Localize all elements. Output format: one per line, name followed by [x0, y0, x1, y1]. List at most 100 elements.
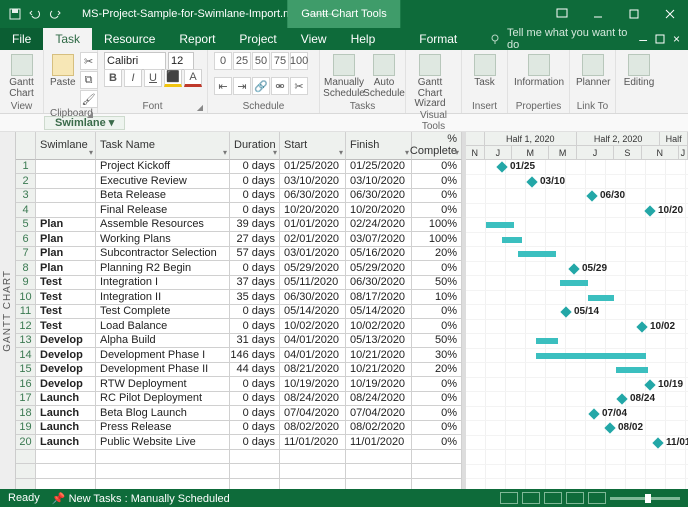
cell-finish[interactable]: 10/20/2020 — [346, 203, 412, 218]
table-row[interactable]: 13DevelopAlpha Build31 days04/01/202005/… — [16, 334, 462, 349]
ribbon-options-icon[interactable] — [544, 0, 580, 28]
copy-button[interactable]: ⧉ — [80, 71, 98, 89]
tab-project[interactable]: Project — [227, 28, 288, 50]
gantt-row[interactable]: 01/25 — [466, 160, 688, 175]
cell-start[interactable]: 08/24/2020 — [280, 392, 346, 407]
row-number[interactable]: 3 — [16, 189, 36, 204]
table-row[interactable]: 2Executive Review0 days03/10/202003/10/2… — [16, 174, 462, 189]
table-row[interactable]: 17LaunchRC Pilot Deployment0 days08/24/2… — [16, 392, 462, 407]
gantt-row[interactable] — [466, 218, 688, 233]
milestone-diamond[interactable] — [616, 393, 627, 404]
close-icon[interactable] — [652, 0, 688, 28]
underline-button[interactable]: U — [144, 69, 162, 87]
row-number[interactable]: 5 — [16, 218, 36, 233]
cell-taskname[interactable]: Project Kickoff — [96, 160, 230, 175]
font-color-button[interactable]: A — [184, 69, 202, 87]
table-row[interactable]: 18LaunchBeta Blog Launch0 days07/04/2020… — [16, 406, 462, 421]
cell-finish[interactable]: 10/19/2020 — [346, 377, 412, 392]
gantt-row[interactable]: 10/20 — [466, 204, 688, 219]
bold-button[interactable]: B — [104, 69, 122, 87]
cell-start[interactable]: 10/20/2020 — [280, 203, 346, 218]
tab-view[interactable]: View — [289, 28, 339, 50]
cell-pct[interactable]: 20% — [412, 363, 462, 378]
view-network-icon[interactable] — [544, 492, 562, 504]
gantt-row[interactable]: 05/14 — [466, 305, 688, 320]
row-number[interactable]: 1 — [16, 160, 36, 175]
cell-finish[interactable]: 05/16/2020 — [346, 247, 412, 262]
gantt-row[interactable] — [466, 233, 688, 248]
cell-start[interactable]: 08/21/2020 — [280, 363, 346, 378]
link-button[interactable]: 🔗 — [252, 77, 270, 95]
gantt-row[interactable]: 08/24 — [466, 392, 688, 407]
cell-taskname[interactable]: Integration I — [96, 276, 230, 291]
cell-finish[interactable]: 10/21/2020 — [346, 363, 412, 378]
milestone-diamond[interactable] — [496, 161, 507, 172]
tell-me-search[interactable]: Tell me what you want to do — [489, 28, 639, 50]
view-resource-icon[interactable] — [588, 492, 606, 504]
row-number[interactable]: 16 — [16, 377, 36, 392]
gantt-row[interactable]: 06/30 — [466, 189, 688, 204]
cell-taskname[interactable]: Load Balance — [96, 319, 230, 334]
account-name[interactable]: ——— — [308, 8, 341, 20]
information-button[interactable]: Information — [514, 52, 564, 89]
gantt-bar[interactable] — [536, 338, 558, 344]
cell-taskname[interactable]: Test Complete — [96, 305, 230, 320]
font-size-select[interactable]: 12 — [168, 52, 194, 70]
pct50-button[interactable]: 50 — [252, 52, 270, 70]
row-number[interactable]: 9 — [16, 276, 36, 291]
col-start[interactable]: Start▾ — [280, 132, 346, 160]
cell-finish[interactable]: 05/29/2020 — [346, 261, 412, 276]
cell-duration[interactable]: 35 days — [230, 290, 280, 305]
cell-start[interactable]: 06/30/2020 — [280, 290, 346, 305]
cell-taskname[interactable]: Alpha Build — [96, 334, 230, 349]
cell-finish[interactable]: 02/24/2020 — [346, 218, 412, 233]
cell-swimlane[interactable]: Develop — [36, 363, 96, 378]
cell-taskname[interactable]: Public Website Live — [96, 435, 230, 450]
cell-swimlane[interactable]: Launch — [36, 421, 96, 436]
table-row[interactable]: 6PlanWorking Plans27 days02/01/202003/07… — [16, 232, 462, 247]
table-row[interactable]: 20LaunchPublic Website Live0 days11/01/2… — [16, 435, 462, 450]
cell-swimlane[interactable]: Plan — [36, 218, 96, 233]
undo-icon[interactable] — [28, 7, 42, 21]
cell-pct[interactable]: 10% — [412, 290, 462, 305]
cell-start[interactable]: 07/04/2020 — [280, 406, 346, 421]
col-taskname[interactable]: Task Name▾ — [96, 132, 230, 160]
indent-button[interactable]: ⇥ — [233, 77, 251, 95]
gantt-rows[interactable]: 01/2503/1006/3010/2005/2905/1410/0210/19… — [466, 160, 688, 489]
cell-start[interactable]: 10/19/2020 — [280, 377, 346, 392]
cell-pct[interactable]: 0% — [412, 305, 462, 320]
cell-duration[interactable]: 0 days — [230, 377, 280, 392]
cell-taskname[interactable]: Development Phase I — [96, 348, 230, 363]
cell-duration[interactable]: 0 days — [230, 392, 280, 407]
table-row[interactable]: 1Project Kickoff0 days01/25/202001/25/20… — [16, 160, 462, 175]
cell-pct[interactable]: 0% — [412, 377, 462, 392]
font-name-select[interactable]: Calibri — [104, 52, 166, 70]
row-number[interactable]: 20 — [16, 435, 36, 450]
table-row[interactable] — [16, 450, 462, 465]
gantt-wizard-button[interactable]: Gantt Chart Wizard — [412, 52, 448, 110]
table-row[interactable]: 16DevelopRTW Deployment0 days10/19/20201… — [16, 377, 462, 392]
gantt-bar[interactable] — [518, 251, 556, 257]
row-number[interactable]: 15 — [16, 363, 36, 378]
cell-start[interactable]: 05/11/2020 — [280, 276, 346, 291]
col-rownum[interactable] — [16, 132, 36, 160]
cell-finish[interactable]: 06/30/2020 — [346, 189, 412, 204]
tab-task[interactable]: Task — [43, 28, 92, 50]
cell-finish[interactable]: 01/25/2020 — [346, 160, 412, 175]
cell-start[interactable]: 05/14/2020 — [280, 305, 346, 320]
cell-pct[interactable]: 50% — [412, 334, 462, 349]
cell-pct[interactable]: 0% — [412, 174, 462, 189]
row-number[interactable]: 14 — [16, 348, 36, 363]
cell-taskname[interactable]: Integration II — [96, 290, 230, 305]
cell-taskname[interactable]: Executive Review — [96, 174, 230, 189]
cell-duration[interactable]: 31 days — [230, 334, 280, 349]
table-row[interactable]: 4Final Release0 days10/20/202010/20/2020… — [16, 203, 462, 218]
cell-pct[interactable]: 30% — [412, 348, 462, 363]
cell-duration[interactable]: 0 days — [230, 261, 280, 276]
cell-swimlane[interactable] — [36, 203, 96, 218]
cell-duration[interactable]: 57 days — [230, 247, 280, 262]
cell-duration[interactable]: 27 days — [230, 232, 280, 247]
paste-button[interactable]: Paste — [50, 52, 76, 89]
cell-swimlane[interactable]: Launch — [36, 435, 96, 450]
cell-swimlane[interactable]: Test — [36, 305, 96, 320]
